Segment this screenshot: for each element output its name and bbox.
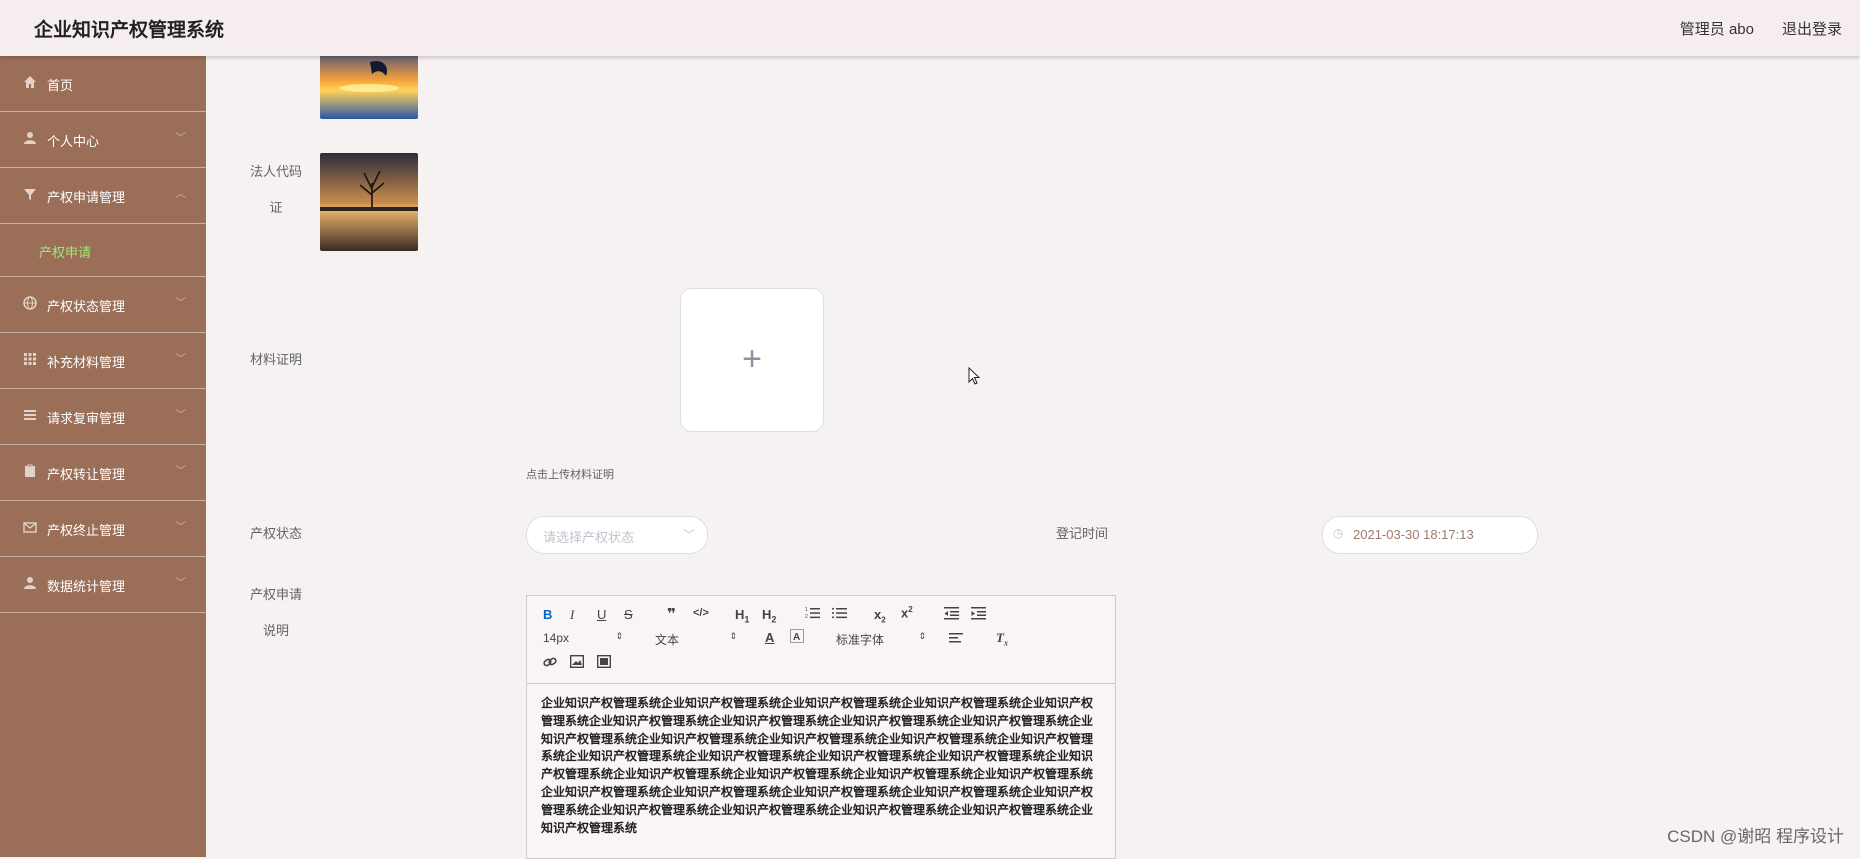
sidebar-item-statistics[interactable]: 数据统计管理 ﹀: [0, 557, 206, 613]
sidebar-item-label: 产权状态管理: [47, 299, 126, 314]
sidebar-item-review[interactable]: 请求复审管理 ﹀: [0, 389, 206, 445]
updown-arrow-icon: ⇕: [918, 631, 926, 641]
uploaded-image-landscape[interactable]: [320, 153, 418, 251]
sidebar-item-label: 产权申请管理: [47, 190, 126, 205]
sidebar-item-label: 数据统计管理: [47, 579, 126, 594]
top-header: 企业知识产权管理系统 管理员 abo 退出登录: [0, 0, 1860, 56]
time-label: 登记时间: [1055, 526, 1108, 541]
watermark: CSDN @谢昭 程序设计: [1667, 827, 1844, 846]
registration-time-value: 2021-03-30 18:17:13: [1353, 527, 1474, 542]
svg-text:1: 1: [805, 607, 808, 613]
description-label-line1: 产权申请: [249, 587, 302, 602]
clipboard-icon: [22, 464, 38, 480]
sidebar-item-label: 个人中心: [47, 134, 100, 149]
underline-icon[interactable]: U: [597, 607, 606, 622]
description-label-line2: 说明: [262, 623, 289, 638]
mail-icon: [22, 520, 38, 536]
current-user: 管理员 abo: [1679, 21, 1754, 38]
text-style-value: 文本: [655, 633, 680, 647]
status-label: 产权状态: [249, 526, 302, 541]
font-family-select[interactable]: 标准字体 ⇕: [836, 631, 926, 647]
video-icon[interactable]: [596, 654, 612, 671]
list-icon: [22, 408, 38, 424]
chevron-down-icon: ﹀: [175, 465, 186, 477]
chevron-down-icon: ﹀: [175, 353, 186, 365]
clear-format-icon[interactable]: Tx: [996, 630, 1008, 648]
registration-time-field[interactable]: ◷ 2021-03-30 18:17:13: [1322, 516, 1538, 554]
material-upload-button[interactable]: +: [680, 288, 824, 432]
chevron-down-icon: ﹀: [175, 521, 186, 533]
globe-icon: [22, 296, 38, 312]
sidebar-item-label: 请求复审管理: [47, 411, 126, 426]
sidebar-item-label: 产权转让管理: [47, 467, 126, 482]
editor-content[interactable]: 企业知识产权管理系统企业知识产权管理系统企业知识产权管理系统企业知识产权管理系统…: [541, 695, 1101, 837]
uploaded-image-dolphin[interactable]: [320, 48, 418, 119]
bold-icon[interactable]: B: [543, 607, 552, 622]
subscript-icon[interactable]: x2: [874, 607, 886, 625]
logout-link[interactable]: 退出登录: [1782, 18, 1842, 39]
font-size-select[interactable]: 14px ⇕: [543, 631, 623, 647]
superscript-icon[interactable]: x2: [901, 605, 913, 620]
svg-text:2: 2: [805, 614, 808, 620]
italic-icon[interactable]: I: [570, 607, 574, 623]
user-icon: [22, 576, 38, 592]
upload-tip: 点击上传材料证明: [526, 469, 614, 481]
sidebar-item-ip-application[interactable]: 产权申请管理 ︿: [0, 168, 206, 224]
heading2-icon[interactable]: H2: [762, 607, 776, 625]
svg-text:A: A: [793, 632, 800, 643]
heading1-icon[interactable]: H1: [735, 607, 749, 625]
chevron-down-icon: ﹀: [175, 297, 186, 309]
plus-icon: +: [742, 340, 762, 378]
sidebar-subitem-label: 产权申请: [39, 245, 92, 260]
outdent-icon[interactable]: [944, 606, 959, 623]
sidebar-item-label: 产权终止管理: [47, 523, 126, 538]
legal-code-label-line1: 法人代码: [249, 164, 302, 179]
grid-icon: [22, 352, 38, 368]
legal-code-label-line2: 证: [269, 200, 283, 215]
code-block-icon[interactable]: </>: [693, 607, 709, 619]
sidebar: 首页 个人中心 ﹀ 产权申请管理 ︿ 产权申请 产权状态管理 ﹀ 补充材料管理 …: [0, 56, 206, 857]
align-left-icon[interactable]: [949, 632, 963, 647]
sidebar-item-supplement[interactable]: 补充材料管理 ﹀: [0, 333, 206, 389]
ordered-list-icon[interactable]: 12: [805, 606, 820, 623]
sidebar-item-home[interactable]: 首页: [0, 56, 206, 112]
text-style-select[interactable]: 文本 ⇕: [655, 631, 737, 647]
image-icon[interactable]: [569, 654, 585, 671]
indent-icon[interactable]: [971, 606, 986, 623]
app-title: 企业知识产权管理系统: [34, 20, 225, 41]
chevron-down-icon: ﹀: [175, 409, 186, 421]
sidebar-item-termination[interactable]: 产权终止管理 ﹀: [0, 501, 206, 557]
font-color-icon[interactable]: A: [765, 630, 774, 645]
mouse-pointer-icon: [968, 366, 981, 390]
main-content: 法人代码 证 材料证明 + 点击上传材料证明 产权状态 请选择产权状态 ﹀ 登记…: [206, 48, 1860, 859]
updown-arrow-icon: ⇕: [729, 631, 737, 641]
home-icon: [22, 75, 38, 91]
sidebar-item-personal-center[interactable]: 个人中心 ﹀: [0, 112, 206, 168]
sidebar-item-transfer[interactable]: 产权转让管理 ﹀: [0, 445, 206, 501]
font-family-value: 标准字体: [836, 633, 885, 647]
sidebar-subitem-ip-apply[interactable]: 产权申请: [0, 224, 206, 277]
rich-text-editor: B I U S ❞ </> H1 H2 12 x2 x2 14px ⇕ 文本 ⇕…: [526, 595, 1116, 859]
updown-arrow-icon: ⇕: [615, 631, 623, 641]
chevron-up-icon: ︿: [175, 188, 186, 200]
background-color-icon[interactable]: A: [790, 629, 804, 646]
editor-toolbar: B I U S ❞ </> H1 H2 12 x2 x2 14px ⇕ 文本 ⇕…: [527, 596, 1115, 684]
sidebar-item-label: 首页: [47, 78, 74, 93]
strikethrough-icon[interactable]: S: [624, 607, 633, 622]
user-icon: [22, 131, 38, 147]
bullet-list-icon[interactable]: [832, 606, 847, 623]
sidebar-item-ip-status[interactable]: 产权状态管理 ﹀: [0, 277, 206, 333]
quote-icon[interactable]: ❞: [667, 605, 676, 623]
funnel-icon: [22, 187, 38, 203]
chevron-down-icon: ﹀: [175, 132, 186, 144]
font-size-value: 14px: [543, 631, 570, 645]
material-label: 材料证明: [249, 352, 302, 367]
chevron-down-icon: ﹀: [682, 528, 695, 542]
sidebar-item-label: 补充材料管理: [47, 355, 126, 370]
chevron-down-icon: ﹀: [175, 577, 186, 589]
link-icon[interactable]: [543, 655, 557, 672]
clock-icon: ◷: [1333, 526, 1344, 540]
status-placeholder: 请选择产权状态: [543, 530, 635, 545]
status-select[interactable]: 请选择产权状态 ﹀: [526, 516, 708, 554]
